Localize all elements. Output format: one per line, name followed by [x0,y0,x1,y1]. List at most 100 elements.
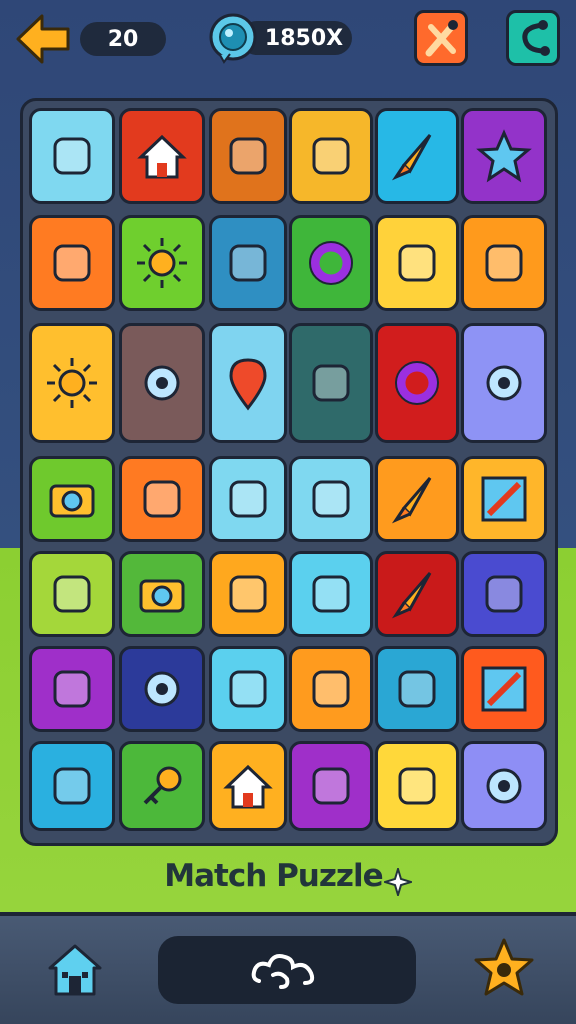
slime-icon [312,364,350,402]
gear-icon [144,671,180,707]
gear-icon [486,365,522,401]
tile[interactable] [375,323,459,443]
tile[interactable] [375,215,459,311]
home-icon [48,944,102,996]
gem-coin-icon [206,10,260,64]
crystal-icon [312,480,350,518]
tools-cross-icon [229,137,267,175]
tile[interactable] [461,741,547,831]
tile[interactable] [29,646,115,732]
tile[interactable] [289,108,373,204]
battery-icon [53,137,91,175]
sparkle-icon [383,867,412,896]
tile[interactable] [461,323,547,443]
paint-icon [229,670,267,708]
cloud-outline-icon [251,954,315,989]
tile[interactable] [289,215,373,311]
tools-button[interactable] [414,10,468,66]
tile[interactable] [461,551,547,637]
briefcase-icon [229,480,267,518]
tile[interactable] [29,215,115,311]
center-action-button[interactable] [158,936,416,1004]
star-icon [476,129,532,183]
backpack-icon [312,137,350,175]
tile[interactable] [119,646,205,732]
tile[interactable] [119,323,205,443]
location-pin-icon [229,358,267,411]
tile[interactable] [375,456,459,542]
tile[interactable] [375,108,459,204]
tile[interactable] [289,646,373,732]
sun-icon [47,358,97,408]
ring-icon [309,241,353,285]
share-icon [522,20,550,56]
tile[interactable] [209,108,287,204]
tile[interactable] [119,108,205,204]
gear-icon [144,365,180,401]
rocket-icon [391,477,432,524]
share-button[interactable] [506,10,560,66]
rocket-icon [391,572,432,619]
paint-brush-icon [229,244,267,282]
car-icon [229,575,267,613]
back-button[interactable] [14,10,74,68]
sun-icon [137,238,187,288]
home-button[interactable] [44,938,106,1000]
ring-icon [395,361,439,405]
magnifier-icon [485,244,523,282]
tile[interactable] [461,456,547,542]
tile[interactable] [375,551,459,637]
tile[interactable] [461,108,547,204]
button-icon [485,575,523,613]
house-icon [137,134,187,179]
bottom-bar [0,912,576,1024]
pen-icon [398,670,436,708]
tile[interactable] [29,551,115,637]
carrot-icon [53,575,91,613]
leaf-icon [312,767,350,805]
tile[interactable] [209,646,287,732]
tile[interactable] [209,215,287,311]
tile[interactable] [375,741,459,831]
arrow-left-icon [16,14,70,64]
level-counter: 20 [80,22,166,56]
camera-icon [49,484,95,518]
tile[interactable] [209,741,287,831]
tile[interactable] [29,108,115,204]
star-icon [474,938,534,996]
moon-icon [53,670,91,708]
marker-icon [143,480,181,518]
tile[interactable] [375,646,459,732]
tile[interactable] [209,456,287,542]
tile[interactable] [209,551,287,637]
tile[interactable] [119,456,205,542]
gear-icon [486,768,522,804]
tile[interactable] [119,741,205,831]
cleaver-icon [312,670,350,708]
tile[interactable] [209,323,287,443]
swirl-icon [398,244,436,282]
dumbbell-icon [53,767,91,805]
rocket-icon [391,134,432,181]
pencil-ball-icon [312,575,350,613]
tile[interactable] [461,215,547,311]
tile[interactable] [29,456,115,542]
toy-key-icon [53,244,91,282]
house-icon [223,764,273,809]
title-area: Match Puzzle [0,858,576,908]
tile[interactable] [461,646,547,732]
tile[interactable] [289,551,373,637]
tile[interactable] [29,741,115,831]
top-bar: 20 1850X [0,0,576,84]
tile[interactable] [119,551,205,637]
pencil-icon [481,476,527,522]
tile[interactable] [289,456,373,542]
tile[interactable] [289,741,373,831]
tile[interactable] [119,215,205,311]
pencil-icon [481,666,527,712]
game-title: Match Puzzle [164,858,383,894]
favorites-button[interactable] [472,936,536,1000]
tile[interactable] [289,323,373,443]
tile[interactable] [29,323,115,443]
camera-icon [139,579,185,613]
